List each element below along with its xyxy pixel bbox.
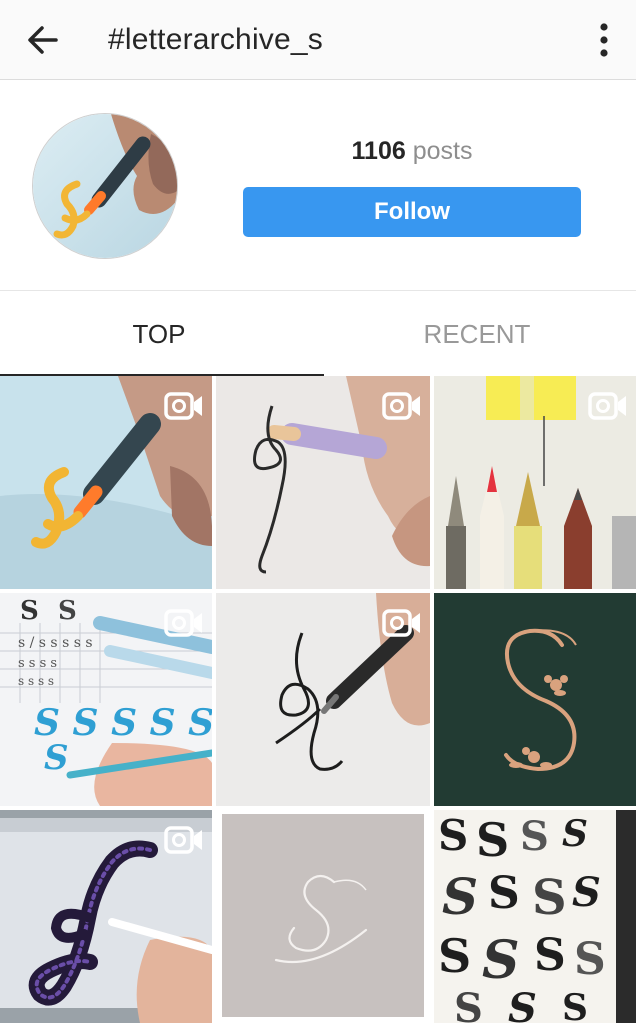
feed-tabs: TOP RECENT [0, 292, 636, 376]
post-thumbnail-5[interactable] [216, 593, 430, 806]
script-s-image [216, 810, 430, 1023]
tab-top[interactable]: TOP [0, 292, 318, 376]
svg-text:s s s s: s s s s [18, 656, 57, 671]
posts-label: posts [412, 137, 473, 165]
avatar-image [33, 114, 177, 258]
post-thumbnail-3[interactable] [434, 376, 636, 589]
page-title: #letterarchive_s [108, 23, 323, 56]
video-camera-icon [164, 609, 202, 637]
video-camera-icon [382, 609, 420, 637]
svg-text:S: S [476, 813, 509, 867]
post-thumbnail-4[interactable]: S S s / s s s s s s s s s s s s s S S S … [0, 593, 212, 806]
svg-text:S: S [58, 596, 77, 626]
svg-text:S: S [572, 869, 601, 916]
svg-text:S: S [562, 813, 588, 855]
hashtag-avatar[interactable] [32, 113, 178, 259]
post-grid: S S s / s s s s s s s s s s s s s S S S … [0, 376, 636, 1023]
post-thumbnail-9[interactable]: S S S S S S S S S S S S S S S [434, 810, 636, 1023]
follow-button[interactable]: Follow [243, 187, 581, 237]
hashtag-header: 1106 posts Follow [0, 81, 636, 291]
svg-text:S: S [482, 930, 520, 991]
sketchbook-image: S S S S S S S S S S S S S S S [434, 810, 636, 1023]
svg-text:S: S [44, 738, 69, 778]
posts-count: 1106 [351, 137, 406, 165]
svg-text:S: S [438, 929, 471, 983]
more-vertical-icon [600, 23, 608, 57]
arrow-left-icon [28, 26, 58, 54]
svg-text:S: S [532, 870, 567, 926]
video-camera-icon [588, 392, 626, 420]
post-thumbnail-7[interactable] [0, 810, 212, 1023]
floral-s-image [434, 593, 636, 806]
svg-text:S: S [534, 930, 566, 981]
video-camera-icon [382, 392, 420, 420]
svg-text:S: S [574, 934, 606, 985]
app-bar: #letterarchive_s [0, 0, 636, 80]
more-options-button[interactable] [592, 18, 616, 62]
video-camera-icon [164, 826, 202, 854]
svg-text:S: S [562, 987, 588, 1023]
posts-stat: 1106 posts [243, 135, 581, 167]
svg-text:S: S [488, 868, 520, 919]
svg-text:S: S [454, 985, 483, 1023]
post-thumbnail-6[interactable] [434, 593, 636, 806]
svg-text:s / s s s s s: s / s s s s s [18, 635, 93, 651]
svg-text:S: S [438, 811, 468, 860]
back-button[interactable] [22, 20, 64, 60]
svg-text:s s s s: s s s s [18, 674, 54, 688]
post-thumbnail-8[interactable] [216, 810, 430, 1023]
svg-text:S: S [20, 596, 39, 626]
video-camera-icon [164, 392, 202, 420]
svg-text:S: S [442, 867, 478, 926]
svg-text:S: S [520, 813, 549, 860]
svg-text:S: S [508, 985, 537, 1023]
tab-recent[interactable]: RECENT [318, 292, 636, 376]
